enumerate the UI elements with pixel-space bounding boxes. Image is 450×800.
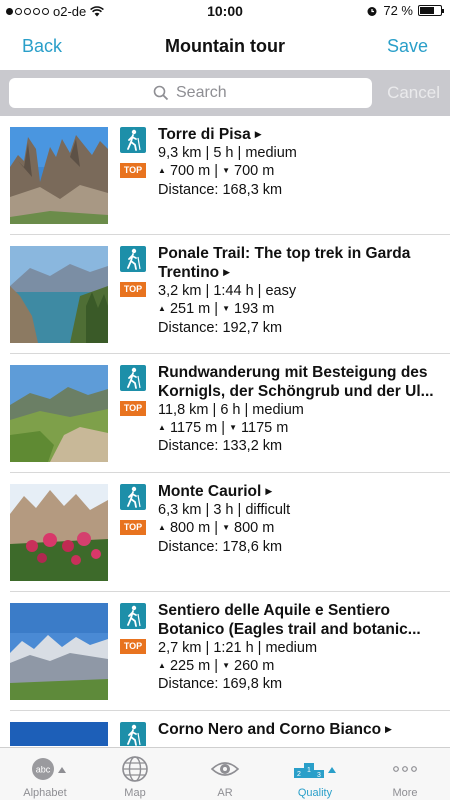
list-item[interactable]: Corno Nero and Corno Bianco ▶	[0, 711, 450, 746]
descent-icon: ▼	[222, 166, 231, 176]
search-input[interactable]: Search	[9, 78, 372, 108]
tab-alphabet[interactable]: abc Alphabet	[0, 748, 90, 800]
tour-name: Corno Nero and Corno Bianco ▶	[158, 721, 392, 738]
search-icon	[153, 85, 169, 101]
tour-stats: 11,8 km | 6 h | medium	[158, 402, 304, 418]
eye-icon	[210, 762, 240, 776]
tour-elevation: ▲ 700 m | ▼ 700 m	[158, 163, 275, 180]
battery-icon	[418, 5, 444, 16]
tour-name: Sentiero delle Aquile e Sentiero Botanic…	[158, 602, 421, 638]
tour-elevation: ▲ 225 m | ▼ 260 m	[158, 658, 275, 674]
tour-name: Torre di Pisa ▶	[158, 126, 262, 143]
tour-info: Monte Cauriol ▶ 6,3 km | 3 h | difficult …	[158, 482, 442, 556]
tour-stats: 2,7 km | 1:21 h | medium	[158, 640, 318, 656]
tab-more[interactable]: More	[360, 748, 450, 800]
tab-quality[interactable]: 2 1 3 Quality	[270, 748, 360, 800]
search-bar: Search Cancel	[0, 70, 450, 116]
list-item[interactable]: TOP Monte Cauriol ▶ 6,3 km | 3 h | diffic…	[0, 473, 450, 592]
top-badge: TOP	[120, 282, 146, 297]
disclosure-arrow-icon: ▶	[254, 129, 262, 140]
hiking-icon	[120, 603, 146, 629]
tour-stats: 6,3 km | 3 h | difficult	[158, 502, 291, 519]
tour-photo	[10, 603, 108, 700]
back-button[interactable]: Back	[22, 36, 62, 57]
tour-distance: Distance: 192,7 km	[158, 319, 283, 336]
tour-info: Rundwanderung mit Besteigung des Kornigl…	[158, 363, 442, 455]
ascent-icon: ▲	[158, 304, 166, 314]
tour-distance: Distance: 168,3 km	[158, 181, 283, 198]
tab-label: Alphabet	[23, 787, 67, 799]
tour-stats: 9,3 km | 5 h | medium	[158, 145, 297, 162]
disclosure-arrow-icon: ▶	[265, 486, 273, 497]
top-badge: TOP	[120, 163, 146, 178]
tour-elevation: ▲ 1175 m | ▼ 1175 m	[158, 420, 289, 436]
tour-name: Monte Cauriol ▶	[158, 483, 273, 500]
cancel-button[interactable]: Cancel	[387, 83, 440, 103]
ascent-icon: ▲	[158, 423, 166, 433]
tab-ar[interactable]: AR	[180, 748, 270, 800]
hiking-icon	[120, 127, 146, 153]
tour-photo	[10, 365, 108, 462]
alarm-icon	[367, 6, 377, 16]
top-badge: TOP	[120, 401, 146, 416]
svg-text:1: 1	[307, 767, 311, 774]
tab-label: Map	[124, 787, 146, 799]
battery-percent: 72 %	[383, 3, 413, 18]
tab-bar: abc Alphabet Map AR 2 1 3 Quality More	[0, 747, 450, 800]
top-badge: TOP	[120, 520, 146, 535]
tour-elevation: ▲ 800 m | ▼ 800 m	[158, 520, 275, 537]
tour-photo	[10, 127, 108, 224]
svg-text:3: 3	[317, 772, 321, 779]
list-item[interactable]: TOP Torre di Pisa ▶ 9,3 km | 5 h | medium…	[0, 116, 450, 235]
disclosure-arrow-icon: ▶	[223, 267, 231, 278]
tab-map[interactable]: Map	[90, 748, 180, 800]
tour-elevation: ▲ 251 m | ▼ 193 m	[158, 301, 275, 318]
abc-icon: abc	[32, 758, 66, 780]
descent-icon: ▼	[229, 423, 237, 433]
globe-icon	[122, 756, 148, 782]
descent-icon: ▼	[222, 304, 231, 314]
page-title: Mountain tour	[165, 36, 285, 56]
ascent-icon: ▲	[158, 523, 166, 533]
navigation-bar: Back Mountain tour Save	[0, 22, 450, 70]
top-badge: TOP	[120, 639, 146, 654]
tour-info: Corno Nero and Corno Bianco ▶	[158, 720, 442, 739]
tour-name: Ponale Trail: The top trek in Garda Tren…	[158, 245, 411, 281]
disclosure-arrow-icon: ▶	[385, 724, 392, 735]
more-dots-icon	[393, 766, 417, 772]
hiking-icon	[120, 722, 146, 746]
svg-text:abc: abc	[36, 765, 51, 775]
tour-photo	[10, 484, 108, 581]
tour-info: Torre di Pisa ▶ 9,3 km | 5 h | medium ▲ 7…	[158, 125, 442, 199]
tour-info: Sentiero delle Aquile e Sentiero Botanic…	[158, 601, 442, 693]
tour-list: TOP Torre di Pisa ▶ 9,3 km | 5 h | medium…	[0, 116, 450, 746]
save-button[interactable]: Save	[387, 36, 428, 57]
tour-distance: Distance: 133,2 km	[158, 438, 283, 455]
ascent-icon: ▲	[158, 166, 166, 176]
status-bar: o2-de 10:00 72 %	[0, 0, 450, 22]
tour-photo	[10, 722, 108, 746]
tab-label: AR	[217, 787, 233, 799]
tour-stats: 3,2 km | 1:44 h | easy	[158, 283, 297, 300]
ascent-icon: ▲	[158, 661, 166, 671]
search-placeholder: Search	[176, 84, 227, 101]
status-right: 72 %	[366, 3, 444, 18]
list-item[interactable]: TOP Rundwanderung mit Besteigung des Kor…	[0, 354, 450, 473]
tour-photo	[10, 246, 108, 343]
tour-name: Rundwanderung mit Besteigung des Kornigl…	[158, 364, 434, 400]
podium-icon: 2 1 3	[294, 763, 336, 779]
svg-text:2: 2	[297, 771, 301, 778]
list-item[interactable]: TOP Ponale Trail: The top trek in Garda …	[0, 235, 450, 354]
descent-icon: ▼	[222, 523, 231, 533]
tour-info: Ponale Trail: The top trek in Garda Tren…	[158, 244, 442, 337]
tab-label: More	[392, 787, 418, 799]
tour-distance: Distance: 169,8 km	[158, 676, 283, 693]
descent-icon: ▼	[222, 661, 231, 671]
list-item[interactable]: TOP Sentiero delle Aquile e Sentiero Bot…	[0, 592, 450, 711]
hiking-icon	[120, 365, 146, 391]
hiking-icon	[120, 484, 146, 510]
tab-label: Quality	[297, 787, 333, 799]
hiking-icon	[120, 246, 146, 272]
tour-distance: Distance: 178,6 km	[158, 538, 283, 555]
